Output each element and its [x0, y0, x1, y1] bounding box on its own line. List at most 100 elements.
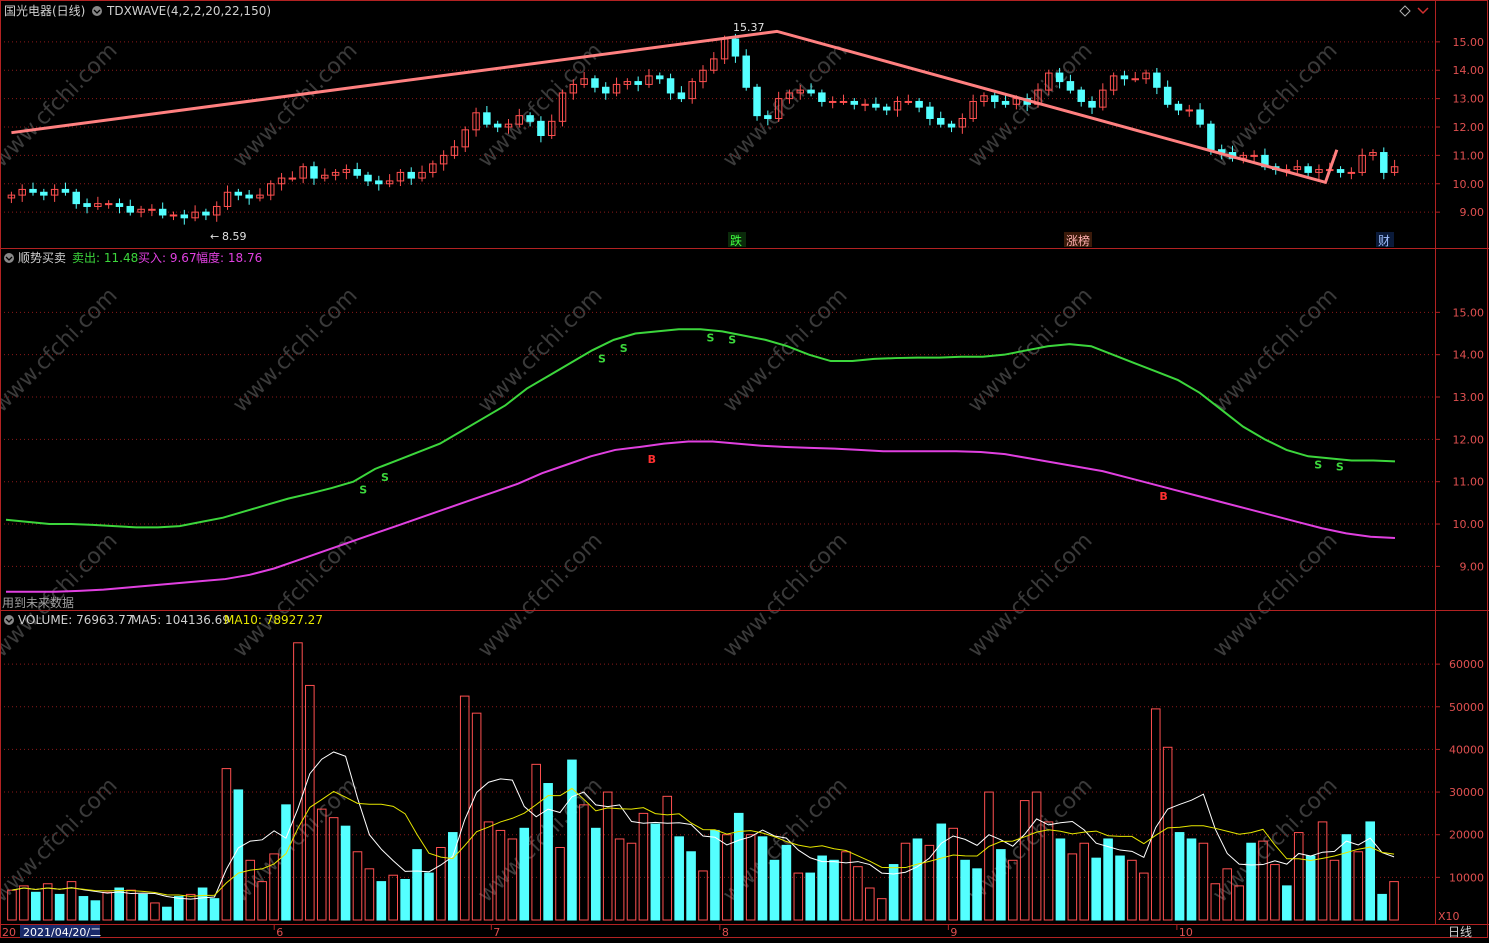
- buy-value-label: 买入: 9.67: [138, 251, 197, 265]
- volume-bar: [412, 849, 422, 921]
- candle-body: [169, 214, 178, 217]
- candle-body: [1207, 123, 1215, 151]
- candle-body: [537, 120, 545, 137]
- volume-bar: [1341, 834, 1352, 921]
- volume-bar: [1055, 838, 1066, 921]
- candle-body: [1055, 72, 1064, 83]
- candle-body: [828, 100, 837, 103]
- volume-bar: [781, 844, 792, 921]
- candle-body: [1174, 103, 1183, 111]
- volume-bar: [400, 878, 410, 921]
- candle-body: [29, 188, 37, 193]
- dropdown-circle-icon[interactable]: [4, 615, 14, 625]
- candle-body: [180, 214, 189, 219]
- sell-signal-marker: S: [728, 333, 736, 346]
- wave-high-label: 15.37: [733, 21, 765, 34]
- volume-bar: [1091, 857, 1101, 921]
- volume-bar: [829, 859, 839, 921]
- candle-body: [1088, 100, 1096, 108]
- candle-body: [807, 89, 815, 94]
- candle-body: [407, 171, 415, 179]
- volume-bar: [162, 906, 172, 921]
- candle-body: [1077, 89, 1085, 102]
- volume-bar: [590, 827, 601, 921]
- candle-body: [742, 55, 750, 88]
- volume-bar: [888, 864, 899, 921]
- candle-body: [1131, 78, 1139, 81]
- candle-body: [861, 103, 869, 106]
- dropdown-circle-icon[interactable]: [4, 253, 14, 263]
- y-tick-label: 10.00: [1453, 178, 1485, 191]
- y-tick-label: 10.00: [1453, 518, 1485, 531]
- candle-body: [1380, 152, 1388, 173]
- candle-body: [288, 177, 297, 180]
- candle-body: [677, 92, 686, 100]
- candle-body: [40, 191, 48, 196]
- y-tick-label: 20000: [1449, 829, 1484, 842]
- volume-bar: [197, 887, 208, 921]
- ma10-label: MA10: 78927.27: [224, 613, 323, 627]
- volume-bar: [78, 896, 89, 921]
- sell-signal-marker: S: [620, 342, 628, 355]
- y-tick-label: 15.00: [1453, 306, 1485, 319]
- candle-body: [310, 166, 318, 179]
- sell-signal-marker: S: [381, 471, 389, 484]
- period-label[interactable]: 日线: [1448, 925, 1472, 939]
- y-tick-label: 14.00: [1453, 349, 1485, 362]
- volume-bar: [1377, 893, 1387, 921]
- volume-bar: [769, 859, 780, 921]
- y-tick-label: 11.00: [1453, 476, 1485, 489]
- volume-bar: [733, 812, 744, 921]
- volume-unit-label: X10: [1438, 910, 1460, 923]
- candle-body: [1336, 169, 1345, 173]
- sell-signal-marker: S: [1314, 458, 1322, 471]
- sell-signal-marker: S: [1336, 460, 1344, 473]
- candle-body: [926, 106, 934, 119]
- volume-bar: [30, 891, 41, 921]
- date-box-label: 2021/04/20/二: [23, 926, 101, 939]
- volume-bar: [650, 823, 661, 921]
- candle-body: [991, 95, 999, 102]
- event-tag-fall[interactable]: 跌: [730, 233, 742, 248]
- volume-bar: [996, 849, 1006, 921]
- volume-bar: [1246, 842, 1256, 921]
- volume-bar: [1103, 838, 1113, 921]
- y-tick-label: 15.00: [1453, 36, 1485, 49]
- volume-bar: [340, 825, 351, 921]
- volume-bar: [1365, 821, 1376, 921]
- sell-signal-marker: S: [598, 352, 606, 365]
- candle-body: [818, 92, 826, 102]
- candle-body: [493, 123, 502, 128]
- event-tag-rank[interactable]: 涨榜: [1066, 233, 1090, 248]
- candle-body: [245, 194, 253, 199]
- indicator-name: TDXWAVE(4,2,2,20,22,150): [106, 4, 271, 18]
- candle-body: [591, 78, 599, 88]
- dropdown-circle-icon[interactable]: [92, 6, 102, 16]
- y-tick-label: 14.00: [1453, 64, 1485, 77]
- candle-body: [364, 174, 372, 182]
- future-data-note: 用到未来数据: [2, 595, 74, 610]
- volume-bar: [209, 898, 220, 921]
- candle-body: [656, 75, 664, 80]
- buy-signal-marker: B: [1159, 490, 1167, 503]
- candle-body: [904, 100, 913, 103]
- candle-body: [602, 86, 610, 94]
- candle-body: [1304, 166, 1312, 173]
- volume-bar: [912, 838, 923, 921]
- candle-body: [1066, 81, 1075, 91]
- volume-bar: [1174, 832, 1185, 921]
- volume-bar: [972, 868, 982, 921]
- volume-bar: [805, 872, 816, 921]
- volume-bar: [543, 783, 553, 921]
- candle-body: [1347, 171, 1356, 174]
- volume-bar: [173, 896, 184, 921]
- event-tag-finance[interactable]: 财: [1378, 234, 1390, 248]
- volume-bar: [936, 823, 947, 921]
- volume-bar: [710, 829, 720, 921]
- candle-body: [753, 86, 761, 117]
- volume-bar: [817, 855, 827, 921]
- candle-body: [483, 112, 491, 125]
- volume-bar: [1186, 838, 1197, 921]
- sell-signal-marker: S: [359, 484, 367, 497]
- candle-body: [1120, 75, 1129, 80]
